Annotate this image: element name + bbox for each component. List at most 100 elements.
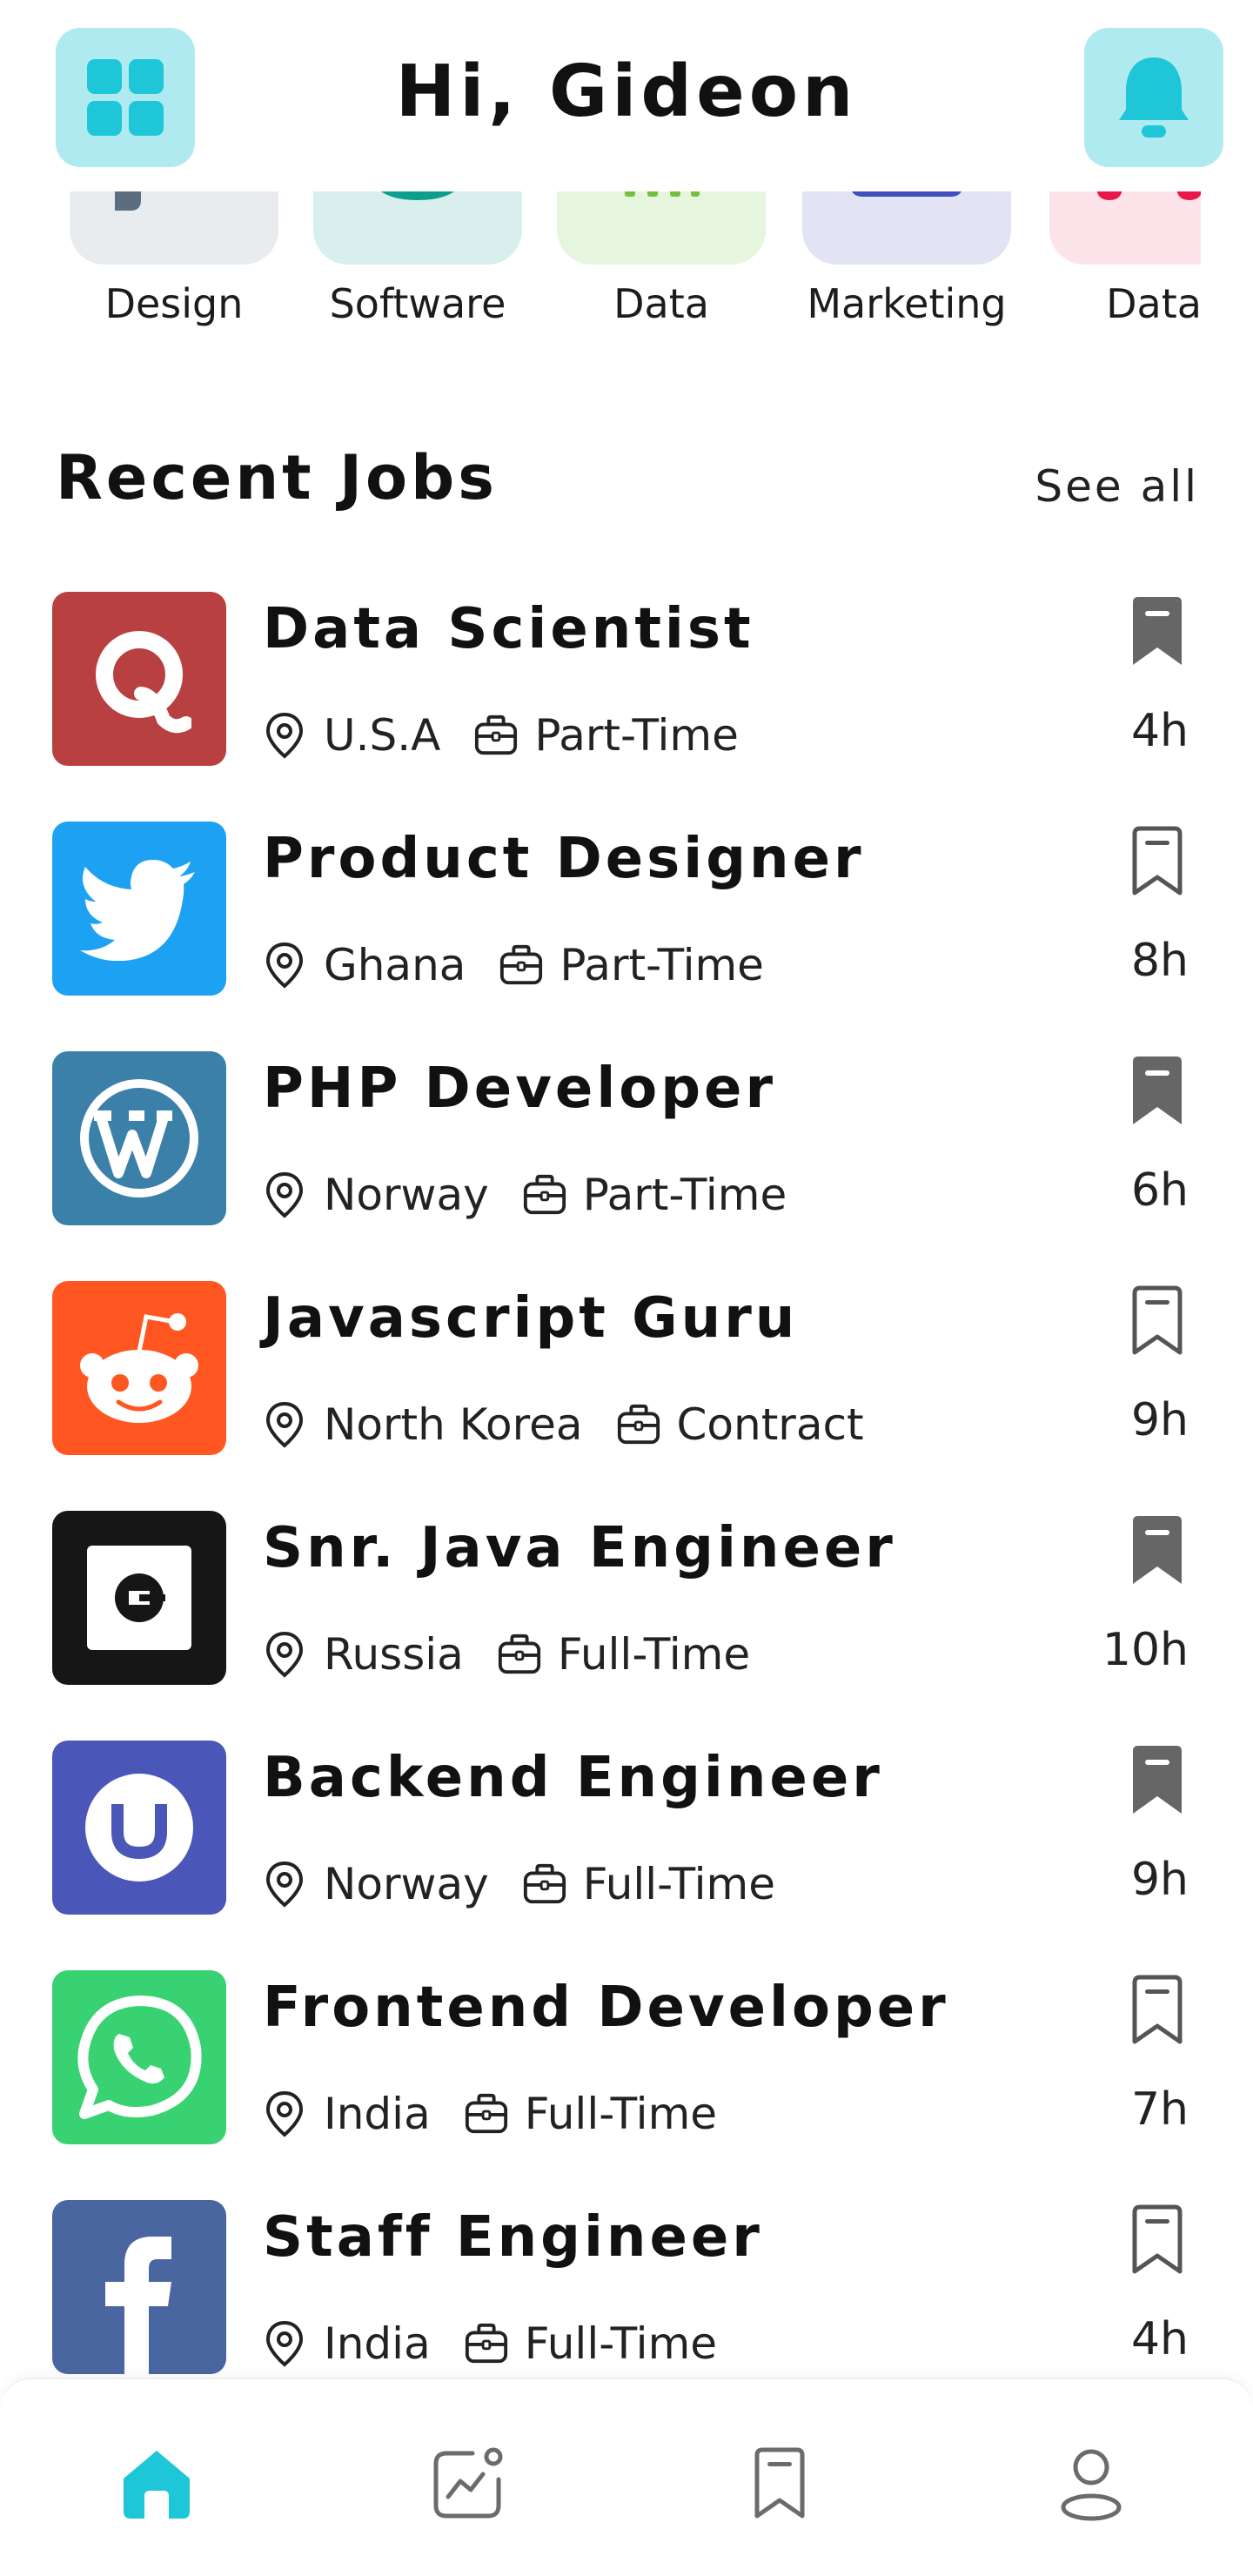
job-meta: U.S.A Part-Time [263,705,739,766]
nav-profile[interactable] [1048,2440,1135,2527]
job-title: PHP Developer [263,1057,776,1121]
briefcase-icon [499,941,544,989]
job-meta: India Full-Time [263,2313,717,2374]
job-title: Backend Engineer [263,1746,883,1810]
job-title: Snr. Java Engineer [263,1516,896,1580]
company-logo [52,822,226,996]
notifications-button[interactable] [1084,28,1223,167]
upwork-icon [85,1774,193,1882]
greeting-title: Hi, Gideon [395,50,858,133]
posted-time: 9h [1130,1854,1189,1906]
reddit-icon [80,1313,198,1423]
job-type: Part-Time [559,940,764,990]
bookmark-outline-icon [1132,1285,1183,1355]
briefcase-icon [616,1400,661,1449]
posted-time: 8h [1130,935,1189,987]
wordpress-icon [80,1079,198,1197]
job-card[interactable]: Product Designer Ghana Part-Time 8h [0,822,1253,1051]
twitter-icon [80,860,195,961]
job-card[interactable]: Snr. Java Engineer Russia Full-Time 10h [0,1511,1253,1741]
location-pin-icon [263,1400,308,1449]
briefcase-icon [464,2090,509,2138]
bookmark-outline-icon [1132,826,1183,896]
briefcase-icon [473,711,519,760]
category-data-2[interactable]: Data [1049,174,1201,348]
category-label: Software [329,280,506,327]
job-meta: India Full-Time [263,2083,717,2144]
category-data[interactable]: Data [557,174,766,348]
posted-time: 9h [1130,1394,1189,1446]
bookmark-button[interactable] [1126,595,1189,668]
activity-chart-icon [433,2447,503,2519]
category-marketing[interactable]: Marketing [802,174,1011,348]
bottom-navigation [0,2378,1253,2576]
nav-saved[interactable] [736,2440,823,2527]
job-card[interactable]: Javascript Guru North Korea Contract 9h [0,1281,1253,1511]
category-carousel[interactable]: Design Software Data Marketing Data [0,174,1201,348]
posted-time: 7h [1130,2083,1189,2136]
category-software[interactable]: Software [313,174,522,348]
location-pin-icon [263,2090,308,2138]
location-pin-icon [263,711,308,760]
job-meta: North Korea Contract [263,1394,864,1455]
bookmark-outline-icon [1132,1975,1183,2044]
company-logo [52,1281,226,1455]
category-design[interactable]: Design [70,174,278,348]
bookmark-icon [754,2447,805,2519]
category-label: Data [613,280,709,327]
facebook-icon [105,2237,171,2374]
profile-icon [1061,2449,1122,2521]
company-logo [52,1051,226,1225]
location-pin-icon [263,941,308,989]
job-meta: Norway Full-Time [263,1854,775,1915]
bookmark-filled-icon [1133,597,1182,665]
job-location: India [324,2318,431,2369]
nav-activity[interactable] [425,2440,512,2527]
category-label: Data [1106,280,1201,327]
bookmark-filled-icon [1133,1057,1182,1124]
job-location: Ghana [324,940,466,990]
posted-time: 4h [1130,705,1189,757]
job-card[interactable]: Frontend Developer India Full-Time 7h [0,1970,1253,2200]
bookmark-button[interactable] [1126,1055,1189,1128]
uber-icon [87,1546,191,1650]
location-pin-icon [263,1860,308,1909]
job-card[interactable]: Data Scientist U.S.A Part-Time 4h [0,592,1253,822]
job-meta: Russia Full-Time [263,1624,750,1685]
job-type: Full-Time [524,2089,718,2139]
job-meta: Norway Part-Time [263,1164,787,1225]
bookmark-button[interactable] [1126,1744,1189,1817]
job-type: Part-Time [582,1170,787,1220]
job-card[interactable]: Backend Engineer Norway Full-Time 9h [0,1741,1253,1970]
location-pin-icon [263,2319,308,2368]
see-all-link[interactable]: See all [1035,461,1199,512]
company-logo [52,1741,226,1915]
bookmark-button[interactable] [1126,2204,1189,2277]
bookmark-filled-icon [1133,1516,1182,1584]
bookmark-filled-icon [1133,1746,1182,1814]
nav-home[interactable] [113,2440,200,2527]
job-type: Full-Time [557,1629,751,1680]
job-title: Product Designer [263,827,865,891]
job-title: Javascript Guru [263,1286,799,1351]
quora-icon [96,631,191,734]
briefcase-icon [464,2319,509,2368]
job-location: Norway [324,1859,489,1909]
bookmark-button[interactable] [1126,1974,1189,2047]
bookmark-button[interactable] [1126,825,1189,898]
posted-time: 4h [1130,2313,1189,2365]
company-logo [52,1970,226,2144]
job-type: Full-Time [524,2318,718,2369]
job-location: U.S.A [324,710,441,761]
job-title: Frontend Developer [263,1976,949,2040]
job-type: Full-Time [582,1859,776,1909]
briefcase-icon [522,1171,567,1219]
job-title: Staff Engineer [263,2205,763,2270]
job-type: Contract [676,1399,864,1450]
whatsapp-icon [77,1996,202,2119]
category-label: Marketing [807,280,1007,327]
bookmark-button[interactable] [1126,1285,1189,1358]
bookmark-button[interactable] [1126,1514,1189,1587]
job-meta: Ghana Part-Time [263,935,764,996]
job-card[interactable]: PHP Developer Norway Part-Time 6h [0,1051,1253,1281]
